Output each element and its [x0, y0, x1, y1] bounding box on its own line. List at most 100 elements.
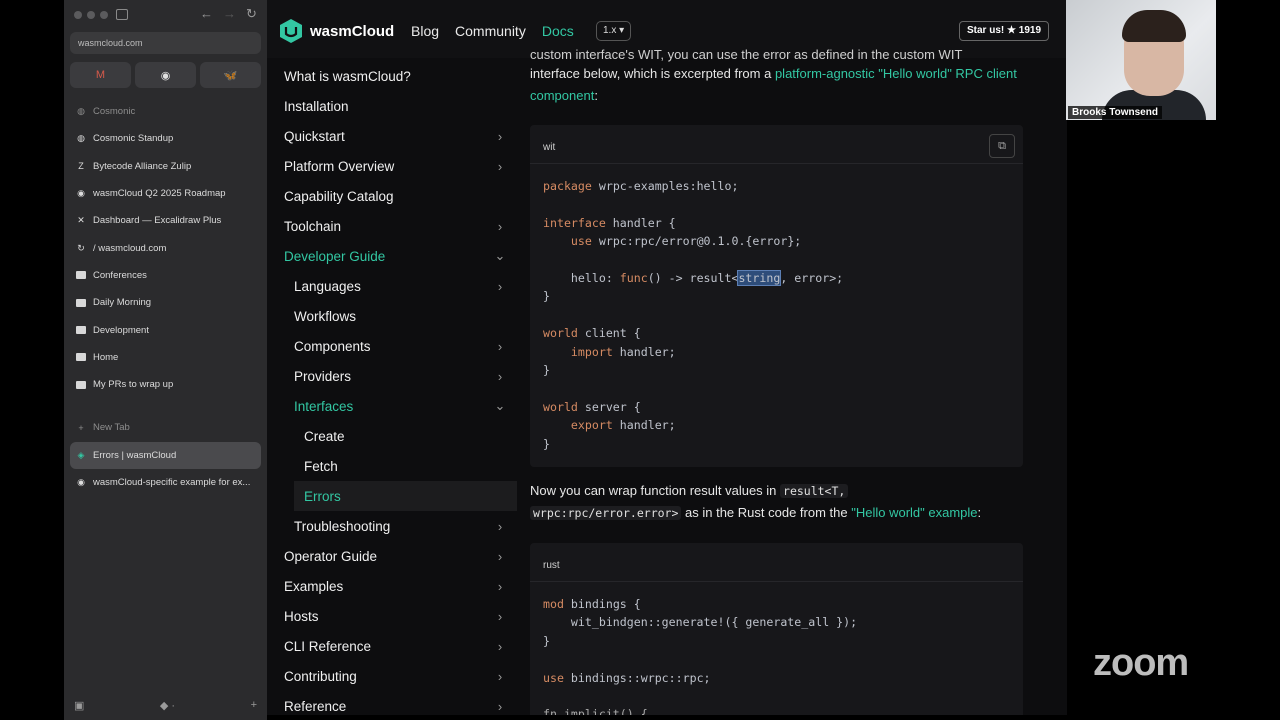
window-controls[interactable] [74, 11, 108, 19]
github-icon[interactable]: ◉ [135, 62, 196, 88]
new-tab-button[interactable]: + New Tab [70, 414, 261, 441]
sidebar-bookmark[interactable]: Home [70, 344, 261, 371]
rust-code[interactable]: mod bindings { wit_bindgen::generate!({ … [543, 595, 857, 715]
url-bar[interactable]: wasmcloud.com [70, 32, 261, 54]
sidebar-item-languages[interactable]: Languages › [267, 271, 517, 301]
bluesky-icon[interactable]: 🦋 [200, 62, 261, 88]
gmail-icon[interactable]: M [70, 62, 131, 88]
sidebar-item-label: Create [304, 428, 345, 444]
sidebar-item-toolchain[interactable]: Toolchain › [267, 211, 517, 241]
sidebar-bookmark[interactable]: ✕ Dashboard — Excalidraw Plus [70, 207, 261, 234]
sidebar-toggle-icon[interactable] [116, 9, 128, 20]
docs-page: wasmCloud Blog Community Docs 1.x ▾ Star… [267, 0, 1067, 715]
nav-docs[interactable]: Docs [542, 23, 574, 39]
folder-icon [76, 298, 86, 308]
add-icon[interactable]: + [251, 699, 257, 712]
nav-blog[interactable]: Blog [411, 23, 439, 39]
sidebar-item-components[interactable]: Components › [267, 331, 517, 361]
chevron-right-icon[interactable]: › [493, 279, 507, 294]
chevron-right-icon[interactable]: › [493, 339, 507, 354]
video-figure-hair [1122, 10, 1186, 42]
forward-icon[interactable]: → [223, 6, 236, 22]
sidebar-item-label: CLI Reference [284, 638, 372, 654]
sidebar-item-contributing[interactable]: Contributing › [267, 661, 517, 691]
chevron-down-icon[interactable]: ⌄ [493, 248, 507, 264]
mid-text-a: Now you can wrap function result values … [530, 483, 781, 498]
sidebar-item-installation[interactable]: Installation [267, 91, 517, 121]
mid-text-b: as in the Rust code from the [681, 505, 852, 520]
brand-name[interactable]: wasmCloud [310, 23, 394, 40]
sidebar-bookmark[interactable]: Conferences [70, 262, 261, 289]
github-star-button[interactable]: Star us! ★ 1919 [959, 21, 1049, 41]
chevron-right-icon[interactable]: › [493, 219, 507, 234]
version-select[interactable]: 1.x ▾ [596, 21, 632, 41]
tab-label: wasmCloud-specific example for ex... [93, 477, 251, 488]
participant-video[interactable]: Brooks Townsend [1066, 0, 1216, 120]
cosmonic-icon: ◍ [77, 106, 85, 117]
sidebar-bookmark[interactable]: My PRs to wrap up [70, 371, 261, 398]
sidebar-bookmark[interactable]: Development [70, 316, 261, 343]
sidebar-item-what-is-wasmcloud[interactable]: What is wasmCloud? [267, 61, 517, 91]
chevron-right-icon[interactable]: › [493, 699, 507, 714]
refresh-icon: ↻ [77, 242, 85, 253]
chevron-right-icon[interactable]: › [493, 669, 507, 684]
back-icon[interactable]: ← [200, 6, 213, 22]
sidebar-item-label: Contributing [284, 668, 357, 684]
sidebar-item-label: What is wasmCloud? [284, 68, 411, 84]
sidebar-item-label: Quickstart [284, 128, 345, 144]
nav-community[interactable]: Community [455, 23, 526, 39]
excalidraw-icon: ✕ [77, 215, 85, 226]
spaces-icon[interactable]: ◆ · [160, 699, 175, 712]
sidebar-item-platform-overview[interactable]: Platform Overview › [267, 151, 517, 181]
bookmark-label: Conferences [93, 269, 147, 281]
sidebar-item-create[interactable]: Create [267, 421, 517, 451]
sidebar-item-capability-catalog[interactable]: Capability Catalog [267, 181, 517, 211]
browser-tab[interactable]: ◈ Errors | wasmCloud [70, 441, 261, 469]
sidebar-item-quickstart[interactable]: Quickstart › [267, 121, 517, 151]
sidebar-bookmark[interactable]: ◍ Cosmonic [70, 98, 261, 125]
sidebar-bookmark[interactable]: Daily Morning [70, 289, 261, 316]
chevron-right-icon[interactable]: › [493, 609, 507, 624]
sidebar-item-developer-guide[interactable]: Developer Guide ⌄ [267, 241, 517, 271]
chevron-right-icon[interactable]: › [493, 129, 507, 144]
sidebar-item-hosts[interactable]: Hosts › [267, 601, 517, 631]
copy-icon[interactable]: ⧉ [989, 134, 1015, 158]
bookmark-label: Home [93, 351, 119, 363]
sidebar-bookmark[interactable]: ↻ / wasmcloud.com [70, 234, 261, 261]
chevron-right-icon[interactable]: › [493, 159, 507, 174]
bookmark-label: Cosmonic [93, 106, 136, 118]
tab-label: Errors | wasmCloud [93, 449, 177, 461]
sidebar-bookmark[interactable]: Z Bytecode Alliance Zulip [70, 153, 261, 180]
sidebar-item-reference[interactable]: Reference › [267, 691, 517, 715]
sidebar-item-label: Fetch [304, 458, 338, 474]
sidebar-item-label: Errors [304, 488, 341, 504]
sidebar-item-fetch[interactable]: Fetch [267, 451, 517, 481]
sidebar-item-label: Troubleshooting [294, 518, 391, 534]
sidebar-item-cli-reference[interactable]: CLI Reference › [267, 631, 517, 661]
chevron-right-icon[interactable]: › [493, 519, 507, 534]
reload-icon[interactable]: ↻ [246, 6, 257, 22]
hello-world-example-link[interactable]: "Hello world" example [851, 505, 977, 520]
chevron-right-icon[interactable]: › [493, 579, 507, 594]
sidebar-bookmark[interactable]: ◉ wasmCloud Q2 2025 Roadmap [70, 180, 261, 207]
sidebar-item-operator-guide[interactable]: Operator Guide › [267, 541, 517, 571]
sidebar-bookmark[interactable]: ◍ Cosmonic Standup [70, 125, 261, 152]
chevron-right-icon[interactable]: › [493, 369, 507, 384]
sidebar-item-workflows[interactable]: Workflows [267, 301, 517, 331]
wasmcloud-logo-icon[interactable] [279, 18, 303, 44]
sidebar-item-errors[interactable]: Errors [294, 481, 517, 511]
sidebar-item-examples[interactable]: Examples › [267, 571, 517, 601]
chevron-right-icon[interactable]: › [493, 639, 507, 654]
sidebar-item-interfaces[interactable]: Interfaces ⌄ [267, 391, 517, 421]
chevron-down-icon[interactable]: ⌄ [493, 398, 507, 414]
chevron-right-icon[interactable]: › [493, 549, 507, 564]
sidebar-item-providers[interactable]: Providers › [267, 361, 517, 391]
browser-tab[interactable]: ◉ wasmCloud-specific example for ex... [70, 469, 261, 496]
archive-icon[interactable]: ▣ [74, 699, 84, 712]
intro-colon: : [594, 88, 598, 103]
pinned-tabs: M ◉ 🦋 [70, 62, 261, 88]
wit-code[interactable]: package wrpc-examples:hello; interface h… [543, 177, 843, 453]
sidebar-item-label: Workflows [294, 308, 357, 324]
code-language-label: rust [543, 560, 560, 571]
sidebar-item-troubleshooting[interactable]: Troubleshooting › [267, 511, 517, 541]
